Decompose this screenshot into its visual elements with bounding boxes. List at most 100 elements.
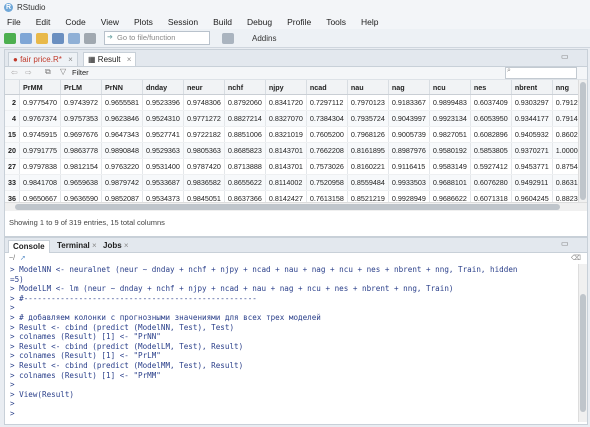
table-cell: 0.8559484 [347, 174, 389, 191]
column-header[interactable]: nag [388, 80, 430, 95]
menu-profile[interactable]: Profile [287, 17, 311, 27]
scroll-thumb[interactable] [580, 294, 586, 412]
table-cell: 0.9005739 [388, 126, 430, 143]
menu-bar: File Edit Code View Plots Session Build … [0, 14, 590, 29]
column-header[interactable]: nbrent [511, 80, 553, 95]
table-cell: 0.8987976 [388, 142, 430, 159]
table-cell: 0.9863778 [60, 142, 102, 159]
console-scrollbar[interactable] [578, 264, 587, 422]
table-cell: 0.8321019 [265, 126, 307, 143]
column-header[interactable]: njpy [265, 80, 307, 95]
save-icon[interactable] [52, 32, 64, 44]
column-header[interactable]: ncu [429, 80, 471, 95]
table-cell: 0.9771272 [183, 110, 225, 127]
horizontal-scrollbar[interactable] [5, 202, 587, 211]
filter-icon[interactable]: ▽ [60, 67, 66, 76]
table-row[interactable]: 2 0.9775470 0.9743972 0.9655581 0.9523396 0.9… [5, 94, 587, 111]
vertical-scrollbar[interactable] [578, 80, 587, 202]
console-output[interactable]: > ModelNN <- neuralnet (neur ~ dnday + n… [10, 265, 573, 419]
table-cell: 0.9827051 [429, 126, 471, 143]
table-row[interactable]: 33 0.9841708 0.9659638 0.9879742 0.9533687 0.… [5, 174, 587, 191]
row-number: 2 [5, 94, 20, 111]
table-cell: 0.9623846 [101, 110, 143, 127]
header-row: PrMM PrLM PrNN dnday neur nchf njpy ncad nau nag n… [5, 80, 587, 95]
menu-view[interactable]: View [101, 17, 119, 27]
table-cell: 0.8160221 [347, 158, 389, 175]
table-row[interactable]: 27 0.9797838 0.9812154 0.9763220 0.9531400 0.… [5, 158, 587, 175]
table-cell: 0.9370271 [511, 142, 553, 159]
table-cell: 0.9923134 [429, 110, 471, 127]
tab-label: Result [97, 55, 121, 64]
table-cell: 0.9183367 [388, 94, 430, 111]
table-cell: 0.8327070 [265, 110, 307, 127]
column-header[interactable]: PrMM [19, 80, 61, 95]
minimize-pane-icon[interactable]: ▭ [561, 52, 569, 61]
table-cell: 0.6037409 [470, 94, 512, 111]
table-cell: 0.9533687 [142, 174, 184, 191]
column-header[interactable]: ncad [306, 80, 348, 95]
column-header[interactable]: neur [183, 80, 225, 95]
console-line: =5) [10, 274, 24, 284]
column-header[interactable]: dnday [142, 80, 184, 95]
open-file-icon[interactable] [36, 32, 48, 44]
goto-file-input[interactable]: Go to file/function [104, 31, 210, 45]
back-arrow-icon[interactable]: ⇦ [11, 68, 18, 77]
table-cell: 0.9405932 [511, 126, 553, 143]
row-number: 20 [5, 142, 20, 159]
new-project-icon[interactable] [20, 32, 32, 44]
print-icon[interactable] [84, 32, 96, 44]
menu-edit[interactable]: Edit [36, 17, 51, 27]
grid-layout-icon[interactable] [222, 32, 234, 44]
column-header[interactable]: nchf [224, 80, 266, 95]
close-icon[interactable]: × [92, 241, 97, 250]
table-cell: 0.8713888 [224, 158, 266, 175]
table-row[interactable]: 15 0.9745915 0.9697676 0.9647343 0.9527741 0.… [5, 126, 587, 143]
column-header[interactable]: PrLM [60, 80, 102, 95]
navigate-icon[interactable]: ➚ [20, 255, 26, 262]
scroll-thumb[interactable] [15, 204, 560, 210]
menu-plots[interactable]: Plots [134, 17, 153, 27]
console-line: > colnames (Result) [1] <- "PrMM" [10, 370, 161, 380]
console-line: > # добавляем колонки с прогнозными знач… [10, 312, 321, 322]
close-icon[interactable]: × [127, 55, 132, 64]
console-line: > [10, 399, 15, 409]
column-header[interactable]: nes [470, 80, 512, 95]
console-line: > View(Result) [10, 389, 75, 399]
popout-icon[interactable]: ⧉ [45, 67, 51, 77]
search-input[interactable] [505, 67, 577, 79]
table-cell: 0.9116415 [388, 158, 430, 175]
menu-help[interactable]: Help [361, 17, 378, 27]
menu-debug[interactable]: Debug [247, 17, 272, 27]
tab-console[interactable]: Console [8, 240, 50, 253]
table-cell: 0.9659638 [60, 174, 102, 191]
table-cell: 0.9787420 [183, 158, 225, 175]
table-row[interactable]: 4 0.9767374 0.9757353 0.9623846 0.9524310 0.9… [5, 110, 587, 127]
addins-menu[interactable]: Addins [252, 34, 276, 43]
table-row[interactable]: 20 0.9791775 0.9863778 0.9890848 0.9529363 0.… [5, 142, 587, 159]
main-toolbar: Go to file/function Addins [0, 29, 590, 48]
scroll-thumb[interactable] [580, 82, 586, 200]
save-all-icon[interactable] [68, 32, 80, 44]
menu-file[interactable]: File [7, 17, 21, 27]
tab-fair-price[interactable]: ● fair price.R* × [8, 52, 78, 66]
menu-session[interactable]: Session [168, 17, 198, 27]
menu-build[interactable]: Build [213, 17, 232, 27]
menu-tools[interactable]: Tools [326, 17, 346, 27]
tab-terminal[interactable]: Terminal × [53, 240, 101, 252]
tab-jobs[interactable]: Jobs × [99, 240, 133, 252]
clear-console-icon[interactable]: ⌫ [571, 253, 581, 264]
close-icon[interactable]: × [124, 241, 129, 250]
close-icon[interactable]: × [68, 55, 73, 64]
column-header[interactable]: nau [347, 80, 389, 95]
row-number-header[interactable] [5, 80, 20, 95]
table-cell: 0.9757353 [60, 110, 102, 127]
menu-code[interactable]: Code [65, 17, 85, 27]
filter-button[interactable]: Filter [72, 68, 89, 77]
column-header[interactable]: PrNN [101, 80, 143, 95]
tab-result[interactable]: ▦ Result × [83, 52, 137, 66]
new-file-icon[interactable] [4, 32, 16, 44]
table-cell: 0.9583149 [429, 158, 471, 175]
table-cell: 0.9531400 [142, 158, 184, 175]
forward-arrow-icon[interactable]: ⇨ [25, 68, 32, 77]
minimize-pane-icon[interactable]: ▭ [561, 239, 569, 248]
